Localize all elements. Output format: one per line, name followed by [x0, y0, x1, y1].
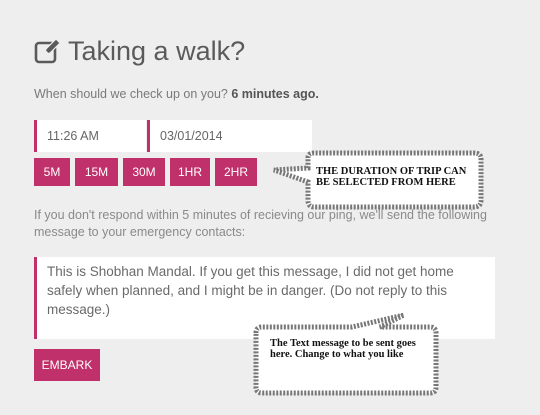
- duration-button-1hr[interactable]: 1HR: [170, 158, 210, 186]
- checkup-question: When should we check up on you?: [34, 87, 228, 101]
- time-input[interactable]: 11:26 AM: [34, 120, 146, 152]
- checkup-relative-time: 6 minutes ago.: [231, 87, 319, 101]
- message-callout-text: The Text message to be sent goes here. C…: [270, 338, 416, 360]
- duration-callout: THE DURATION OF TRIP CAN BE SELECTED FRO…: [268, 150, 488, 212]
- checkup-subtitle: When should we check up on you? 6 minute…: [34, 87, 319, 101]
- duration-button-5m[interactable]: 5M: [34, 158, 70, 186]
- duration-button-30m[interactable]: 30M: [123, 158, 165, 186]
- info-text: If you don't respond within 5 minutes of…: [34, 208, 487, 239]
- header: Taking a walk?: [34, 34, 245, 68]
- date-input[interactable]: 03/01/2014: [147, 120, 312, 152]
- embark-button[interactable]: EMBARK: [34, 349, 100, 381]
- message-callout: The Text message to be sent goes here. C…: [244, 313, 444, 398]
- page-title: Taking a walk?: [68, 35, 246, 66]
- edit-icon: [34, 38, 61, 64]
- duration-callout-text: THE DURATION OF TRIP CAN BE SELECTED FRO…: [316, 166, 467, 188]
- duration-button-2hr[interactable]: 2HR: [215, 158, 257, 186]
- duration-button-15m[interactable]: 15M: [75, 158, 118, 186]
